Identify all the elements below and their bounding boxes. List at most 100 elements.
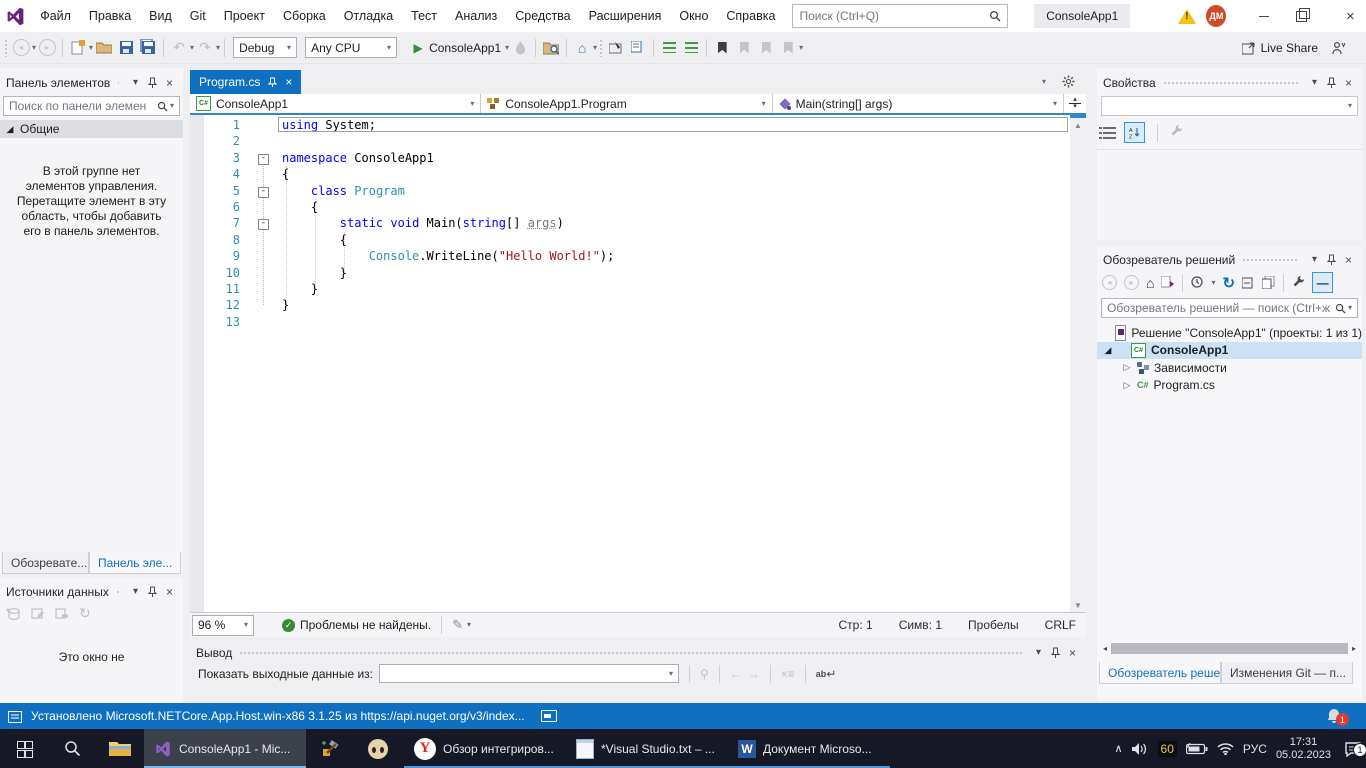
toolbar-grip[interactable] — [4, 39, 8, 57]
tree-row-dependencies[interactable]: ▷ Зависимости — [1097, 359, 1362, 377]
fold-margin[interactable]: - — [248, 215, 280, 231]
add-data-source-icon[interactable] — [6, 607, 21, 621]
code-line[interactable]: 5- class Program — [190, 183, 1070, 199]
expanded-icon[interactable]: ◢ — [1103, 345, 1113, 356]
code-line[interactable]: 6 { — [190, 199, 1070, 215]
menu-project[interactable]: Проект — [215, 0, 274, 32]
hscroll-thumb[interactable] — [1111, 643, 1348, 654]
toolbar-grip-2[interactable] — [599, 39, 603, 57]
data-sources-options-icon[interactable]: ▾ — [128, 584, 143, 599]
toolbox-close-icon[interactable]: × — [162, 75, 177, 90]
scroll-down-icon[interactable]: ▼ — [1070, 598, 1086, 612]
se-back-icon[interactable]: ◂ — [1102, 275, 1117, 290]
tree-row-programcs[interactable]: ▷ C# Program.cs — [1097, 377, 1362, 395]
solution-explorer-close-icon[interactable]: × — [1341, 252, 1356, 267]
wifi-icon[interactable] — [1217, 742, 1234, 755]
new-project-icon[interactable] — [67, 36, 89, 60]
prev-message-icon[interactable]: ← — [730, 667, 742, 681]
collapse-region-icon[interactable]: - — [258, 187, 269, 198]
undo-icon[interactable]: ↶ — [168, 36, 190, 60]
file-explorer-button[interactable] — [96, 729, 144, 768]
output-source-select[interactable]: ▾ — [379, 664, 679, 683]
caret-line-indicator[interactable]: Стр: 1 — [839, 618, 873, 632]
code-line[interactable]: 10 } — [190, 265, 1070, 281]
volume-icon[interactable] — [1132, 742, 1149, 756]
hscroll-left-icon[interactable]: ◂ — [1099, 644, 1111, 653]
se-collapse-all-icon[interactable] — [1242, 276, 1255, 289]
toolbox-options-icon[interactable]: ▾ — [128, 75, 143, 90]
code-text[interactable]: } — [280, 297, 289, 313]
menu-edit[interactable]: Правка — [80, 0, 140, 32]
se-switch-views-icon[interactable] — [1161, 276, 1174, 289]
start-button[interactable] — [0, 729, 48, 768]
toggle-bookmark-icon[interactable] — [711, 36, 733, 60]
save-icon[interactable] — [115, 36, 137, 60]
se-properties-wrench-icon[interactable] — [1292, 276, 1305, 289]
decrease-indent-icon[interactable] — [658, 36, 680, 60]
refresh-data-source-icon[interactable]: ↻ — [79, 605, 91, 622]
solution-search-icon[interactable] — [1335, 303, 1346, 314]
zoom-select[interactable]: 96 % ▾ — [192, 615, 254, 636]
taskbar-visual-studio[interactable]: ConsoleApp1 - Mic... — [144, 729, 306, 768]
code-line[interactable]: 3-namespace ConsoleApp1 — [190, 150, 1070, 166]
properties-pin-icon[interactable] — [1324, 75, 1339, 90]
feedback-icon[interactable] — [1328, 36, 1350, 60]
hscroll-right-icon[interactable]: ▸ — [1348, 644, 1360, 653]
nav-type-select[interactable]: ConsoleApp1.Program ▾ — [481, 94, 772, 113]
tray-expand-chevron-icon[interactable]: ∧ — [1114, 742, 1122, 755]
next-bookmark-icon[interactable] — [755, 36, 777, 60]
code-text[interactable] — [280, 314, 282, 330]
code-line[interactable]: 4{ — [190, 166, 1070, 182]
collapse-region-icon[interactable]: - — [258, 154, 269, 165]
properties-object-select[interactable]: ▾ — [1101, 96, 1358, 116]
editor-vertical-scrollbar[interactable]: ▲ ▼ — [1070, 115, 1086, 612]
fold-margin[interactable]: - — [248, 150, 280, 166]
collapsed-icon[interactable]: ▷ — [1122, 362, 1132, 373]
se-show-all-files-icon[interactable] — [1262, 276, 1275, 289]
minimize-button[interactable] — [1248, 0, 1279, 32]
run-icon[interactable]: ▶ — [407, 36, 429, 60]
code-editor[interactable]: 1using System;23-namespace ConsoleApp14{… — [190, 115, 1086, 612]
code-text[interactable]: } — [280, 265, 347, 281]
code-line[interactable]: 11 } — [190, 281, 1070, 297]
tray-clock[interactable]: 17:31 05.02.2023 — [1276, 736, 1331, 762]
se-preview-selected-toggle[interactable]: — — [1312, 272, 1333, 293]
alphabetical-sort-icon[interactable]: AZ — [1124, 122, 1145, 143]
code-text[interactable]: { — [280, 166, 289, 182]
data-sources-pin-icon[interactable] — [145, 584, 160, 599]
code-line[interactable]: 8 { — [190, 232, 1070, 248]
next-message-icon[interactable]: → — [748, 667, 760, 681]
taskbar-game-isaac[interactable] — [354, 729, 402, 768]
hot-reload-icon[interactable] — [509, 36, 531, 60]
code-text[interactable]: class Program — [280, 183, 405, 199]
redo-icon[interactable]: ↷ — [194, 36, 216, 60]
se-home-icon[interactable]: ⌂ — [1146, 275, 1154, 291]
action-center-icon[interactable]: 1 — [1344, 741, 1362, 757]
toolbox-search-icon[interactable] — [157, 101, 168, 112]
code-text[interactable]: { — [280, 232, 347, 248]
se-pending-changes-icon[interactable] — [1191, 276, 1204, 289]
code-line[interactable]: 1using System; — [190, 117, 1070, 133]
tab-git-changes[interactable]: Изменения Git — п... — [1221, 662, 1353, 684]
output-options-icon[interactable]: ▾ — [1031, 645, 1046, 660]
solution-explorer-pin-icon[interactable] — [1324, 252, 1339, 267]
tab-close-icon[interactable]: × — [285, 75, 292, 89]
taskbar-word[interactable]: W Документ Microso... — [728, 729, 890, 768]
nav-project-select[interactable]: C# ConsoleApp1 ▾ — [190, 94, 481, 113]
tree-row-solution[interactable]: Решение "ConsoleApp1" (проекты: 1 из 1) — [1097, 324, 1362, 342]
notification-warning-icon[interactable]: ! — [1178, 9, 1196, 24]
edit-data-source-icon[interactable] — [55, 607, 69, 620]
menu-debug[interactable]: Отладка — [335, 0, 402, 32]
select-element-icon[interactable] — [605, 36, 627, 60]
output-close-icon[interactable]: × — [1065, 645, 1080, 660]
solution-search-input[interactable]: Обозреватель решений — поиск (Ctrl+ж ▾ — [1101, 298, 1358, 318]
line-ending-indicator[interactable]: CRLF — [1045, 618, 1076, 632]
toolbar-overflow-icon[interactable]: ▾ — [799, 44, 803, 52]
code-line[interactable]: 2 — [190, 133, 1070, 149]
code-cleanup-icon[interactable]: ✎ — [452, 617, 463, 633]
toolbox-pin-icon[interactable] — [145, 75, 160, 90]
word-wrap-icon[interactable]: ab↵ — [816, 667, 837, 681]
health-text[interactable]: Проблемы не найдены. — [300, 618, 431, 632]
tab-pin-icon[interactable] — [268, 77, 277, 88]
fold-margin[interactable]: - — [248, 183, 280, 199]
